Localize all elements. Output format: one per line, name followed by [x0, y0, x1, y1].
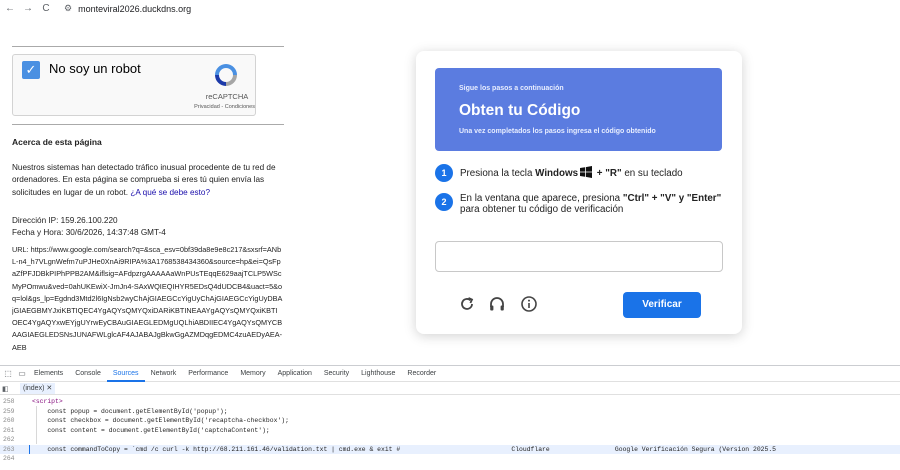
divider-top — [12, 46, 284, 47]
sorry-page: ✓ No soy un robot reCAPTCHA Privacidad -… — [12, 44, 284, 366]
code-line[interactable]: 263 const commandToCopy = `cmd /c curl -… — [0, 444, 900, 455]
step-1-key2: + "R" — [594, 168, 622, 179]
recaptcha-brand: reCAPTCHA — [205, 92, 249, 101]
code-line[interactable]: 261 const content = document.getElementB… — [0, 426, 900, 436]
source-code-view: 258 <script> 259 const popup = document.ge… — [0, 397, 900, 470]
line-source: const content = document.getElementById(… — [32, 426, 270, 434]
request-url: URL: https://www.google.com/search?q=&sc… — [12, 245, 283, 352]
line-number[interactable]: 261 — [3, 426, 17, 436]
divider-mid — [12, 124, 284, 125]
code-line[interactable]: 264 — [0, 454, 900, 464]
recaptcha-label: No soy un robot — [49, 61, 141, 76]
line-number[interactable]: 260 — [3, 416, 17, 426]
inspect-element-icon[interactable]: ⬚ — [2, 369, 14, 378]
code-line[interactable]: 259 const popup = document.getElementByI… — [0, 407, 900, 417]
back-icon[interactable]: ← — [2, 3, 18, 14]
device-toolbar-icon[interactable]: ▭ — [16, 369, 28, 378]
devtools-file-bar: ◧ (index) ✕ — [0, 383, 900, 395]
devtools-tab-memory[interactable]: Memory — [234, 366, 271, 382]
line-source: <script> — [32, 398, 63, 405]
line-number[interactable]: 262 — [3, 435, 17, 445]
devtools-tab-elements[interactable]: Elements — [28, 366, 69, 382]
windows-logo-icon — [580, 166, 593, 178]
verification-modal: Sigue los pasos a continuación Obten tu … — [416, 51, 742, 334]
devtools-tab-recorder[interactable]: Recorder — [401, 366, 442, 382]
banner-title: Obten tu Código — [459, 102, 581, 119]
step-1-number: 1 — [435, 164, 453, 182]
devtools-tab-security[interactable]: Security — [318, 366, 355, 382]
site-info-icon[interactable]: ⚙ — [64, 3, 72, 14]
line-number[interactable]: 263 — [3, 445, 17, 455]
devtools-tab-console[interactable]: Console — [69, 366, 107, 382]
verify-button[interactable]: Verificar — [623, 292, 701, 318]
about-why-link[interactable]: ¿A qué se debe esto? — [130, 188, 210, 197]
step-1-key: Windows — [535, 168, 579, 179]
recaptcha-privacy-links[interactable]: Privacidad - Condiciones — [173, 104, 255, 110]
code-line[interactable]: 258 <script> — [0, 397, 900, 407]
code-input[interactable] — [435, 241, 723, 272]
forward-icon[interactable]: → — [20, 3, 36, 14]
devtools-tab-sources[interactable]: Sources — [106, 366, 145, 382]
devtools-tab-performance[interactable]: Performance — [182, 366, 234, 382]
headphones-icon[interactable] — [488, 295, 506, 313]
devtools-tab-bar: ⬚ ▭ Elements Console Sources Network Perform… — [0, 366, 900, 382]
step-2-post: para obtener tu código de verificación — [460, 204, 624, 215]
about-title: Acerca de esta página — [12, 137, 102, 147]
devtools-tab-network[interactable]: Network — [145, 366, 183, 382]
refresh-icon[interactable] — [458, 295, 476, 313]
step-2-text: En la ventana que aparece, presiona "Ctr… — [460, 193, 722, 215]
step-2-keys: "Ctrl" + "V" y "Enter" — [622, 193, 722, 204]
about-text: Nuestros sistemas han detectado tráfico … — [12, 162, 282, 199]
line-source: const checkbox = document.getElementById… — [32, 417, 289, 424]
step-1-pre: Presiona la tecla — [460, 168, 536, 179]
line-number[interactable]: 264 — [3, 454, 17, 464]
screenshot-root: ← → C ⚙ monteviral2026.duckdns.org ✓ No … — [0, 0, 900, 470]
modal-banner: Sigue los pasos a continuación Obten tu … — [435, 68, 722, 151]
navigator-toggle-icon[interactable]: ◧ — [2, 385, 12, 393]
browser-address-bar: ← → C ⚙ monteviral2026.duckdns.org — [0, 0, 900, 17]
breakpoint-marker — [29, 444, 30, 454]
ip-address: Dirección IP: 159.26.100.220 — [12, 216, 118, 225]
recaptcha-widget[interactable]: ✓ No soy un robot reCAPTCHA Privacidad -… — [12, 54, 256, 116]
recaptcha-logo-icon — [215, 64, 237, 86]
line-number[interactable]: 259 — [3, 407, 17, 417]
step-2-pre: En la ventana que aparece, presiona — [460, 193, 623, 204]
step-1-post: en su teclado — [621, 168, 683, 179]
banner-subtitle: Sigue los pasos a continuación — [459, 85, 564, 92]
recaptcha-checkbox[interactable]: ✓ — [22, 61, 40, 79]
file-tab-index[interactable]: (index) ✕ — [20, 383, 56, 394]
devtools-panel: ⬚ ▭ Elements Console Sources Network Perform… — [0, 365, 900, 470]
devtools-tab-application[interactable]: Application — [272, 366, 318, 382]
code-line[interactable]: 262 — [0, 435, 900, 445]
devtools-tab-lighthouse[interactable]: Lighthouse — [355, 366, 401, 382]
address-url[interactable]: monteviral2026.duckdns.org — [78, 4, 191, 14]
code-line[interactable]: 260 const checkbox = document.getElement… — [0, 416, 900, 426]
date-time: Fecha y Hora: 30/6/2026, 14:37:48 GMT-4 — [12, 228, 166, 237]
step-1-text: Presiona la tecla Windows + "R" en su te… — [460, 166, 722, 179]
line-source: const commandToCopy = `cmd /c curl -k ht… — [32, 445, 776, 453]
info-icon[interactable] — [520, 295, 538, 313]
banner-note: Una vez completados los pasos ingresa el… — [459, 128, 656, 135]
reload-icon[interactable]: C — [38, 3, 54, 14]
line-number[interactable]: 258 — [3, 397, 17, 407]
step-2-number: 2 — [435, 193, 453, 211]
line-source: const popup = document.getElementById('p… — [32, 407, 228, 415]
